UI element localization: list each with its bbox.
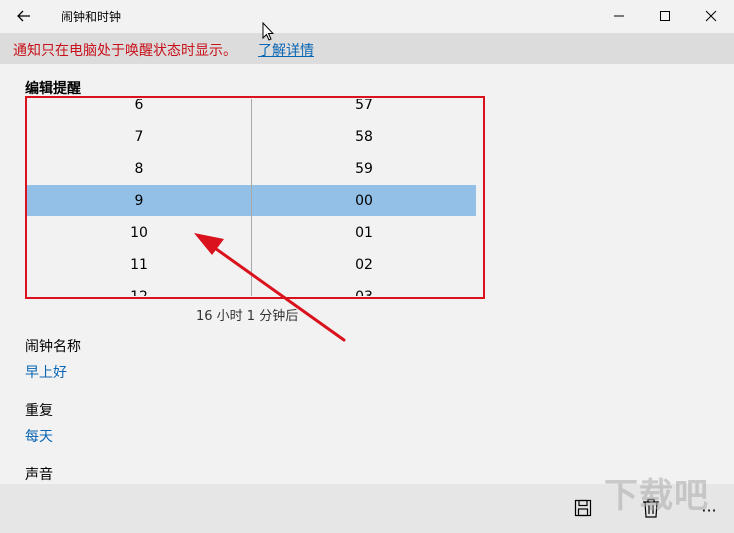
save-button[interactable] (569, 494, 597, 522)
close-icon (705, 10, 717, 22)
repeat-value[interactable]: 每天 (25, 426, 53, 446)
minute-item[interactable]: 02 (252, 249, 476, 281)
edit-reminder-heading: 编辑提醒 (25, 81, 81, 97)
minimize-button[interactable] (596, 0, 642, 32)
minimize-icon (614, 15, 624, 17)
hour-item[interactable]: 8 (27, 153, 251, 185)
notice-bar: 通知只在电脑处于唤醒状态时显示。 了解详情 (0, 33, 734, 64)
app-title: 闹钟和时钟 (61, 10, 122, 24)
maximize-icon (660, 11, 670, 21)
hour-item[interactable]: 6 (27, 99, 251, 121)
close-button[interactable] (688, 0, 734, 32)
repeat-label: 重复 (25, 403, 53, 419)
save-icon (574, 499, 592, 517)
notice-text: 通知只在电脑处于唤醒状态时显示。 (13, 43, 237, 59)
countdown-text: 16 小时 1 分钟后 (196, 309, 299, 324)
minute-item[interactable]: 57 (252, 99, 476, 121)
hour-item[interactable]: 11 (27, 249, 251, 281)
watermark-logo: 下载吧 (604, 468, 709, 517)
learn-more-link[interactable]: 了解详情 (258, 40, 314, 60)
maximize-button[interactable] (642, 0, 688, 32)
minute-item[interactable]: 59 (252, 153, 476, 185)
minute-column[interactable]: 57 58 59 00 01 02 03 (252, 99, 476, 296)
mouse-cursor-icon (262, 22, 274, 41)
minute-item-selected[interactable]: 00 (252, 185, 476, 217)
back-button[interactable] (14, 7, 34, 25)
watermark-text: 下载吧 (604, 476, 709, 516)
time-picker: 6 7 8 9 10 11 12 57 58 59 00 01 02 03 (27, 99, 476, 296)
minute-item[interactable]: 03 (252, 281, 476, 296)
alarm-name-value[interactable]: 早上好 (25, 362, 67, 382)
hour-item[interactable]: 12 (27, 281, 251, 296)
minute-item[interactable]: 58 (252, 121, 476, 153)
back-arrow-icon (17, 10, 30, 22)
title-bar: 闹钟和时钟 (0, 0, 734, 32)
minute-item[interactable]: 01 (252, 217, 476, 249)
hour-item-selected[interactable]: 9 (27, 185, 251, 217)
alarm-name-label: 闹钟名称 (25, 339, 81, 355)
hour-item[interactable]: 7 (27, 121, 251, 153)
hour-column[interactable]: 6 7 8 9 10 11 12 (27, 99, 251, 296)
hour-item[interactable]: 10 (27, 217, 251, 249)
sound-label: 声音 (25, 467, 53, 483)
